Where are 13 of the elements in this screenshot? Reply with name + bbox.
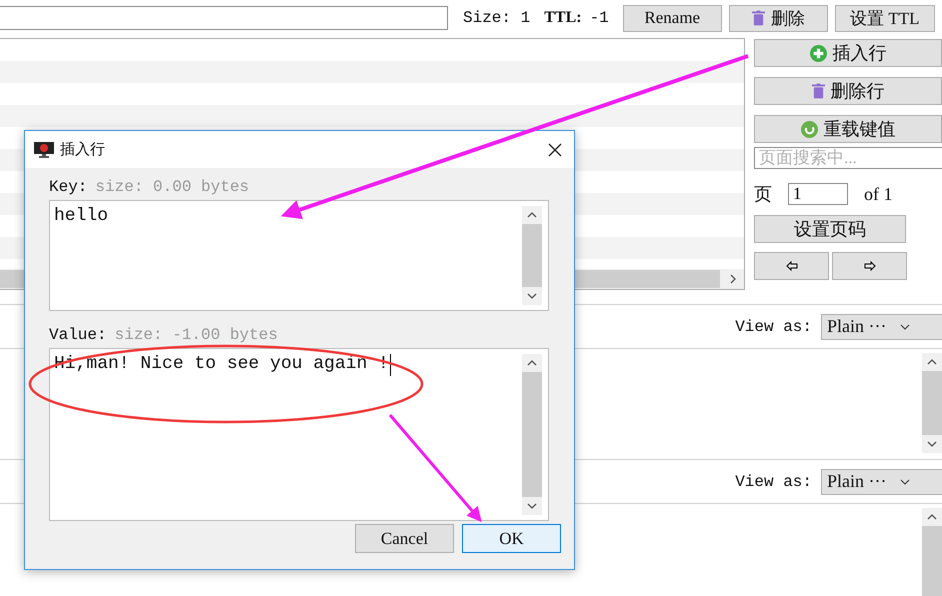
ttl-label: TTL:	[544, 9, 582, 27]
page-total: of 1	[864, 184, 892, 204]
key-label: Key:	[49, 178, 88, 196]
page-label: 页	[754, 183, 772, 206]
ttl-value: -1	[590, 9, 609, 27]
view-as-label: View as:	[735, 318, 812, 336]
key-size-label: size: 0.00 bytes	[95, 178, 250, 196]
value-label: Value:	[49, 326, 107, 344]
key-value: hello	[54, 206, 108, 226]
size-label: Size: 1	[463, 9, 530, 27]
value-size-label: size: -1.00 bytes	[114, 326, 278, 344]
dialog-title: 插入行	[60, 140, 105, 159]
view-as-label: View as:	[735, 472, 812, 490]
